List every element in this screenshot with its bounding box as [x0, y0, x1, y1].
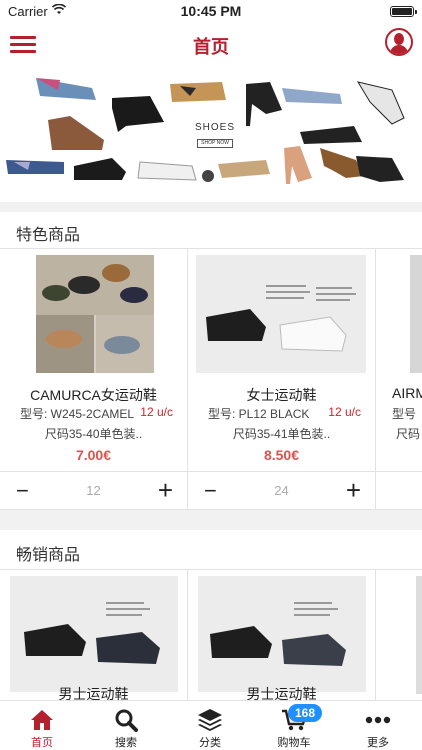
search-icon — [84, 708, 168, 732]
section-gap — [0, 202, 422, 212]
status-bar: Carrier 10:45 PM — [0, 0, 422, 24]
product-image — [198, 576, 366, 692]
product-model: 型号: W245-2CAMEL — [20, 407, 135, 421]
tab-search[interactable]: 搜索 — [84, 701, 168, 750]
shop-now-button[interactable]: SHOP NOW — [197, 139, 233, 148]
quantity-stepper: − 12 + — [0, 471, 187, 509]
battery-icon — [390, 6, 417, 17]
product-desc: 尺码35-40单色装.. — [44, 427, 143, 441]
bestsellers-section-title: 畅销商品 — [16, 547, 81, 564]
tab-category[interactable]: 分类 — [168, 701, 252, 750]
product-desc: 尺码 — [396, 427, 421, 441]
tab-bar: 首页 搜索 分类 购物车 更多 — [0, 700, 422, 750]
page-title: 首页 — [193, 37, 229, 57]
tab-more[interactable]: 更多 — [336, 701, 420, 750]
product-price: 7.00€ — [75, 447, 112, 463]
layers-icon — [168, 708, 252, 732]
more-icon — [336, 708, 420, 732]
product-price: 8.50€ — [263, 447, 300, 463]
product-name: CAMURCA女运动鞋 — [30, 387, 157, 403]
product-card[interactable]: 男士运动鞋 — [188, 570, 376, 702]
tab-label: 购物车 — [277, 737, 311, 749]
product-card[interactable]: CAMURCA女运动鞋 型号: W245-2CAMEL 12 u/c 尺码35-… — [0, 249, 188, 509]
home-icon — [0, 708, 84, 732]
tab-label: 更多 — [367, 737, 389, 749]
product-card[interactable]: AIRM 型号 尺码 — [376, 249, 422, 509]
banner-label: SHOES — [194, 122, 235, 133]
cart-badge: 168 — [288, 704, 322, 722]
quantity-stepper: − 24 + — [188, 471, 375, 509]
product-image — [10, 576, 178, 692]
product-name: 女士运动鞋 — [246, 387, 317, 403]
section-gap — [0, 510, 422, 530]
promo-banner[interactable]: SHOES SHOP NOW — [0, 66, 422, 202]
product-image — [416, 576, 422, 694]
product-image — [410, 255, 422, 373]
tab-label: 首页 — [31, 737, 53, 749]
profile-icon[interactable] — [385, 28, 413, 56]
quantity-stepper — [376, 471, 422, 509]
nav-bar: 首页 — [0, 24, 422, 66]
product-model: 型号: PL12 BLACK — [208, 407, 310, 421]
product-name: AIRM — [392, 385, 422, 401]
clock: 10:45 PM — [180, 3, 242, 19]
product-card[interactable]: 男士运动鞋 — [0, 570, 188, 702]
product-image — [196, 255, 366, 373]
product-card[interactable]: 女士运动鞋 型号: PL12 BLACK 12 u/c 尺码35-41单色装..… — [188, 249, 376, 509]
increase-button[interactable]: + — [158, 475, 173, 506]
product-desc: 尺码35-41单色装.. — [232, 427, 331, 441]
tab-label: 搜索 — [115, 737, 137, 749]
product-card[interactable] — [376, 570, 422, 700]
tab-label: 分类 — [199, 737, 221, 749]
shoes-collage-image — [6, 78, 405, 184]
increase-button[interactable]: + — [346, 475, 361, 506]
featured-section-title: 特色商品 — [16, 227, 81, 244]
product-model: 型号 — [392, 407, 417, 421]
product-image — [36, 255, 154, 373]
tab-home[interactable]: 首页 — [0, 701, 84, 750]
product-pack: 12 u/c — [328, 405, 361, 419]
product-pack: 12 u/c — [140, 405, 173, 419]
